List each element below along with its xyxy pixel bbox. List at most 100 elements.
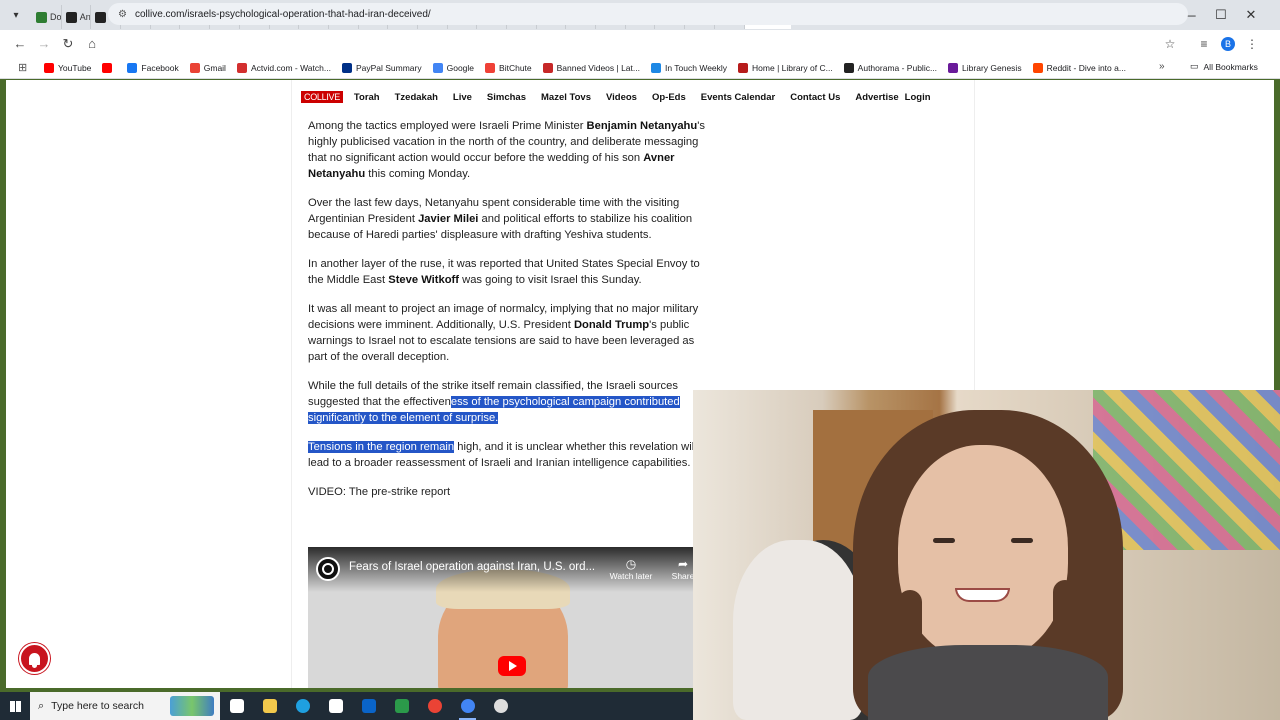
bookmark-item[interactable]: In Touch Weekly (650, 62, 727, 73)
taskbar-obs-icon[interactable] (484, 692, 517, 720)
all-bookmarks-button[interactable]: ▭ All Bookmarks (1190, 61, 1258, 72)
article-paragraph: It was all meant to project an image of … (308, 303, 699, 363)
bookmark-favicon-icon (432, 62, 443, 73)
taskbar-app-green-icon[interactable] (385, 692, 418, 720)
browser-tab[interactable]: Do (32, 5, 62, 29)
notification-bell-icon[interactable] (19, 643, 50, 674)
site-nav-link[interactable]: Op-Eds (652, 92, 686, 103)
url-text: collive.com/israels-psychological-operat… (134, 8, 431, 20)
taskbar-chrome-active-icon[interactable] (451, 692, 484, 720)
folder-icon: ▭ (1190, 61, 1199, 71)
article-paragraph: In another layer of the ruse, it was rep… (308, 258, 700, 286)
bookmark-item[interactable]: Gmail (189, 62, 226, 73)
site-nav-link[interactable]: Contact Us (790, 92, 840, 103)
bookmark-item[interactable]: Authorama - Public... (843, 62, 937, 73)
maximize-button[interactable]: ☐ (1206, 0, 1236, 30)
article-paragraph-selected: While the full details of the strike its… (308, 380, 680, 424)
share-arrow-icon: ➦ (677, 557, 689, 571)
site-nav-link[interactable]: Login (905, 92, 931, 103)
bookmark-item[interactable]: Facebook (127, 62, 179, 73)
bookmark-item[interactable]: Home | Library of C... (738, 62, 833, 73)
taskbar-file-explorer-icon[interactable] (253, 692, 286, 720)
bookmark-favicon-icon (485, 62, 496, 73)
browser-toolbar: ← → ↻ ⌂ (0, 30, 1280, 57)
search-icon: ⌕ (38, 699, 45, 712)
site-nav-link[interactable]: Mazel Tovs (541, 92, 591, 103)
bookmark-favicon-icon (44, 62, 54, 73)
menu-kebab-icon[interactable]: ⋮ (1240, 30, 1264, 57)
bookmark-favicon-icon (1032, 62, 1043, 73)
screen: ▾ DoAnLécVayJewEmvieEviMyA nArtFulShiAll… (0, 0, 1280, 720)
youtube-play-button[interactable] (498, 656, 526, 676)
site-info-icon[interactable]: ⚙ (118, 9, 127, 20)
bookmark-item[interactable]: BitChute (485, 62, 532, 73)
article-paragraph: Among the tactics employed were Israeli … (308, 120, 705, 180)
video-title[interactable]: Fears of Israel operation against Iran, … (349, 561, 595, 573)
video-caption: VIDEO: The pre-strike report (308, 486, 451, 498)
bookmarks-overflow-icon[interactable]: » (1159, 61, 1165, 72)
text-selection: Tensions in the region remain (308, 441, 455, 453)
bookmark-favicon-icon (236, 62, 247, 73)
clock-icon: ◷ (625, 557, 637, 571)
share-button[interactable]: ➦ Share (668, 557, 694, 581)
bookmark-item[interactable]: Actvid.com - Watch... (236, 62, 331, 73)
site-nav-link[interactable]: Events Calendar (701, 92, 775, 103)
bookmark-list: YouTube Facebook Gmail Actvid.com - Watch..… (44, 62, 1137, 73)
tab-search-icon[interactable]: ▾ (0, 0, 32, 30)
taskbar-task-view-icon[interactable] (220, 692, 253, 720)
bookmark-item[interactable]: YouTube (44, 62, 91, 73)
bookmark-item[interactable]: Google (432, 62, 474, 73)
bookmark-favicon-icon (738, 62, 749, 73)
person-shirt (868, 645, 1108, 720)
windows-taskbar: ⌕ Type here to search (0, 692, 693, 720)
site-nav-link[interactable]: Simchas (487, 92, 526, 103)
site-nav-link[interactable]: Live (453, 92, 472, 103)
watch-later-button[interactable]: ◷ Watch later (607, 557, 655, 581)
tab-label: Do (50, 12, 62, 22)
taskbar-chrome-icon[interactable] (418, 692, 451, 720)
apps-grid-icon[interactable]: ⊞ (18, 61, 32, 74)
bookmark-item[interactable]: Banned Videos | Lat... (542, 62, 640, 73)
bookmark-favicon-icon (542, 62, 553, 73)
windows-start-icon[interactable] (0, 692, 30, 720)
bookmarks-bar: ⊞ YouTube Facebook Gmail Actvid.com - Watch… (0, 57, 1280, 79)
bookmark-favicon-icon (650, 62, 661, 73)
bookmark-item[interactable] (102, 62, 116, 73)
site-navigation: COLLIVE Torah Tzedakah Live Simchas Mazel To… (301, 90, 946, 104)
site-nav-link[interactable]: Videos (606, 92, 637, 103)
search-highlight-image (170, 696, 214, 716)
close-window-button[interactable]: ✕ (1236, 0, 1266, 30)
reload-icon[interactable]: ↻ (56, 32, 80, 56)
taskbar-apps (220, 692, 517, 720)
taskbar-store-icon[interactable] (319, 692, 352, 720)
taskbar-search-input[interactable]: ⌕ Type here to search (30, 692, 220, 720)
bookmark-favicon-icon (189, 62, 200, 73)
site-nav-link[interactable]: Tzedakah (395, 92, 438, 103)
bookmark-item[interactable]: Library Genesis (948, 62, 1022, 73)
tab-favicon-icon (65, 11, 77, 23)
bookmark-favicon-icon (341, 62, 352, 73)
bookmark-item[interactable]: PayPal Summary (341, 62, 422, 73)
site-nav-link[interactable]: Advertise (855, 92, 898, 103)
browser-tab[interactable]: An (62, 5, 92, 29)
media-control-icon[interactable]: ≡ (1192, 30, 1216, 57)
bookmark-favicon-icon (102, 62, 113, 73)
cbs-channel-icon[interactable] (316, 557, 340, 581)
video-embed[interactable]: Fears of Israel operation against Iran, … (308, 547, 694, 688)
bookmark-favicon-icon (843, 62, 854, 73)
profile-avatar[interactable]: B (1216, 30, 1240, 57)
taskbar-edge-icon[interactable] (286, 692, 319, 720)
bookmark-star-icon[interactable]: ☆ (1158, 30, 1182, 57)
taskbar-outlook-icon[interactable] (352, 692, 385, 720)
back-arrow-icon[interactable]: ← (8, 32, 32, 56)
site-nav-link[interactable]: Torah (354, 92, 380, 103)
address-bar[interactable]: ⚙ collive.com/israels-psychological-oper… (108, 3, 1188, 25)
forward-arrow-icon[interactable]: → (32, 32, 56, 56)
site-nav-links: Torah Tzedakah Live Simchas Mazel Tovs Videos… (354, 92, 946, 103)
collive-logo[interactable]: COLLIVE (301, 91, 343, 103)
home-icon[interactable]: ⌂ (80, 32, 104, 56)
tab-favicon-icon (36, 11, 47, 23)
article-body: Among the tactics employed were Israeli … (308, 118, 716, 513)
search-placeholder: Type here to search (51, 700, 144, 712)
bookmark-item[interactable]: Reddit - Dive into a... (1032, 62, 1126, 73)
